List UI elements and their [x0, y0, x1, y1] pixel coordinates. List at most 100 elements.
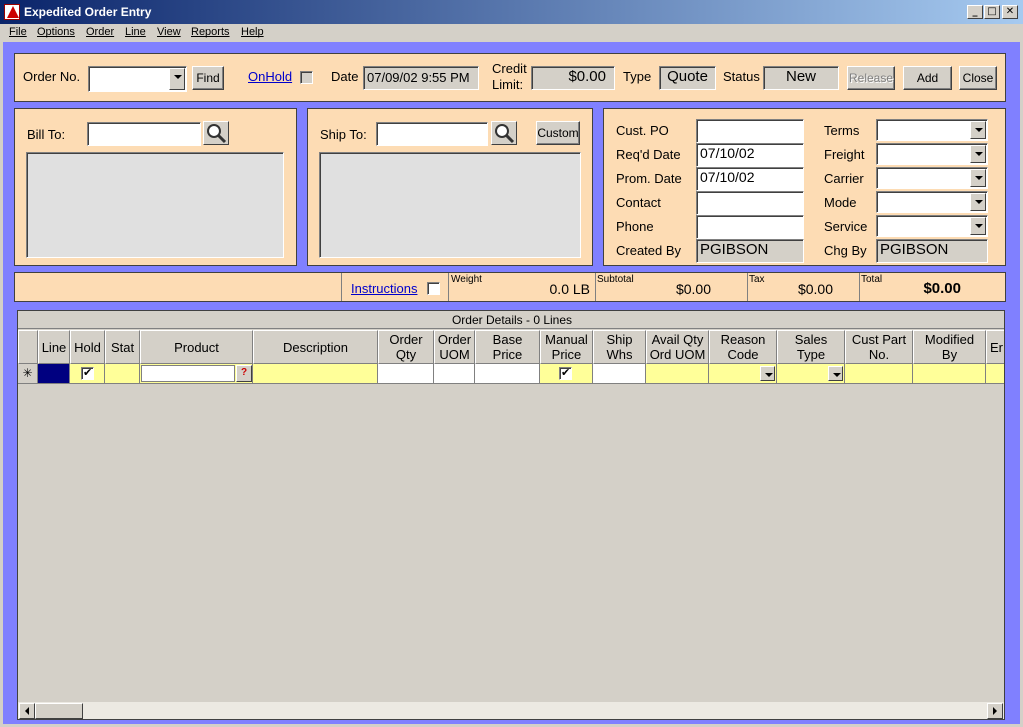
- hold-checkbox[interactable]: [81, 366, 94, 380]
- total-value: $0.00: [923, 280, 961, 297]
- horizontal-scrollbar[interactable]: [18, 701, 1004, 719]
- close-button[interactable]: Close: [959, 66, 997, 90]
- col-header-sales-type[interactable]: Sales Type: [777, 330, 845, 364]
- col-header-order-uom[interactable]: Order UOM: [434, 330, 475, 364]
- tax-value: $0.00: [797, 281, 833, 297]
- menu-view[interactable]: View: [157, 26, 181, 38]
- cust-po-input[interactable]: [696, 119, 804, 143]
- mode-select[interactable]: [876, 191, 988, 213]
- col-header-modified-by[interactable]: Modified By: [913, 330, 986, 364]
- col-header-stat[interactable]: Stat: [105, 330, 140, 364]
- contact-input[interactable]: [696, 191, 804, 215]
- cell-hold[interactable]: [70, 364, 105, 384]
- menu-reports[interactable]: Reports: [191, 26, 230, 38]
- chg-by-label: Chg By: [824, 243, 867, 258]
- menu-bar: File Options Order Line View Reports Hel…: [0, 24, 1023, 42]
- cell-stat[interactable]: [105, 364, 140, 384]
- cell-sales-type[interactable]: [777, 364, 845, 384]
- cell-order-qty[interactable]: [378, 364, 434, 384]
- manual-price-checkbox[interactable]: [559, 366, 572, 380]
- divider: [341, 273, 342, 301]
- divider: [595, 273, 596, 301]
- col-header-ship-whs[interactable]: Ship Whs: [593, 330, 646, 364]
- service-select[interactable]: [876, 215, 988, 237]
- cell-description[interactable]: [253, 364, 378, 384]
- col-header-line[interactable]: Line: [38, 330, 70, 364]
- dropdown-arrow-icon[interactable]: [970, 217, 986, 235]
- dropdown-arrow-icon[interactable]: [970, 145, 986, 163]
- maximize-button[interactable]: □: [984, 5, 1000, 19]
- onhold-link[interactable]: OnHold: [248, 69, 292, 84]
- weight-value: 0.0 LB: [549, 281, 590, 297]
- cell-line[interactable]: [38, 364, 70, 384]
- menu-options[interactable]: Options: [37, 26, 75, 38]
- cell-modified-by[interactable]: [913, 364, 986, 384]
- add-button[interactable]: Add: [903, 66, 952, 90]
- cell-product[interactable]: ?: [140, 364, 253, 384]
- product-lookup-icon[interactable]: ?: [236, 365, 252, 382]
- credit-label-line2: Limit:: [492, 77, 524, 92]
- col-header-manual-price[interactable]: Manual Price: [540, 330, 593, 364]
- carrier-select[interactable]: [876, 167, 988, 189]
- cell-base-price[interactable]: [475, 364, 540, 384]
- find-button[interactable]: Find: [192, 66, 224, 90]
- menu-help[interactable]: Help: [241, 26, 264, 38]
- custom-button[interactable]: Custom: [536, 121, 580, 145]
- title-bar: Expedited Order Entry _ □ ✕: [0, 0, 1023, 24]
- credit-limit-field: $0.00: [531, 66, 615, 90]
- tax-label: Tax: [749, 274, 765, 285]
- status-label: Status: [723, 69, 760, 84]
- scroll-left-button[interactable]: [19, 703, 35, 719]
- ship-to-input[interactable]: [376, 122, 488, 146]
- col-header-product[interactable]: Product: [140, 330, 253, 364]
- dropdown-arrow-icon[interactable]: [970, 121, 986, 139]
- col-header-order-qty[interactable]: Order Qty: [378, 330, 434, 364]
- cell-er[interactable]: [986, 364, 1004, 384]
- col-header-base-price[interactable]: Base Price: [475, 330, 540, 364]
- col-header-cust-part-no[interactable]: Cust Part No.: [845, 330, 913, 364]
- scroll-thumb[interactable]: [35, 703, 83, 719]
- new-row-marker[interactable]: ✳: [18, 364, 38, 384]
- reqd-date-input[interactable]: 07/10/02: [696, 143, 804, 167]
- col-header-er[interactable]: Er: [986, 330, 1004, 364]
- phone-input[interactable]: [696, 215, 804, 239]
- order-no-combo[interactable]: [88, 66, 187, 92]
- cell-cust-part-no[interactable]: [845, 364, 913, 384]
- dropdown-arrow-icon[interactable]: [970, 169, 986, 187]
- cell-order-uom[interactable]: [434, 364, 475, 384]
- col-header-avail-qty[interactable]: Avail Qty Ord UOM: [646, 330, 709, 364]
- bill-to-search-button[interactable]: [203, 121, 229, 145]
- ship-to-search-button[interactable]: [491, 121, 517, 145]
- chg-by-field: PGIBSON: [876, 239, 988, 263]
- onhold-checkbox[interactable]: [300, 71, 313, 84]
- scroll-right-button[interactable]: [987, 703, 1003, 719]
- close-window-button[interactable]: ✕: [1002, 5, 1018, 19]
- dropdown-arrow-icon[interactable]: [169, 68, 185, 90]
- dropdown-arrow-icon[interactable]: [970, 193, 986, 211]
- instructions-link[interactable]: Instructions: [351, 281, 417, 296]
- cell-reason-code[interactable]: [709, 364, 777, 384]
- prom-date-input[interactable]: 07/10/02: [696, 167, 804, 191]
- contact-label: Contact: [616, 195, 661, 210]
- cell-ship-whs[interactable]: [593, 364, 646, 384]
- instructions-checkbox[interactable]: [427, 282, 440, 295]
- col-header-reason-code[interactable]: Reason Code: [709, 330, 777, 364]
- terms-select[interactable]: [876, 119, 988, 141]
- service-label: Service: [824, 219, 868, 234]
- credit-limit-label: Credit Limit:: [492, 61, 527, 93]
- cell-avail-qty[interactable]: [646, 364, 709, 384]
- col-header-hold[interactable]: Hold: [70, 330, 105, 364]
- dropdown-arrow-icon[interactable]: [828, 366, 843, 381]
- order-header-panel: Order No. Find OnHold Date 07/09/02 9:55…: [14, 53, 1006, 102]
- col-header-description[interactable]: Description: [253, 330, 378, 364]
- dropdown-arrow-icon[interactable]: [760, 366, 775, 381]
- menu-file[interactable]: File: [9, 26, 27, 38]
- cell-manual-price[interactable]: [540, 364, 593, 384]
- product-input[interactable]: [141, 365, 235, 382]
- menu-line[interactable]: Line: [125, 26, 146, 38]
- minimize-button[interactable]: _: [967, 5, 983, 19]
- bill-to-input[interactable]: [87, 122, 201, 146]
- release-button[interactable]: Release: [847, 66, 895, 90]
- menu-order[interactable]: Order: [86, 26, 114, 38]
- freight-select[interactable]: [876, 143, 988, 165]
